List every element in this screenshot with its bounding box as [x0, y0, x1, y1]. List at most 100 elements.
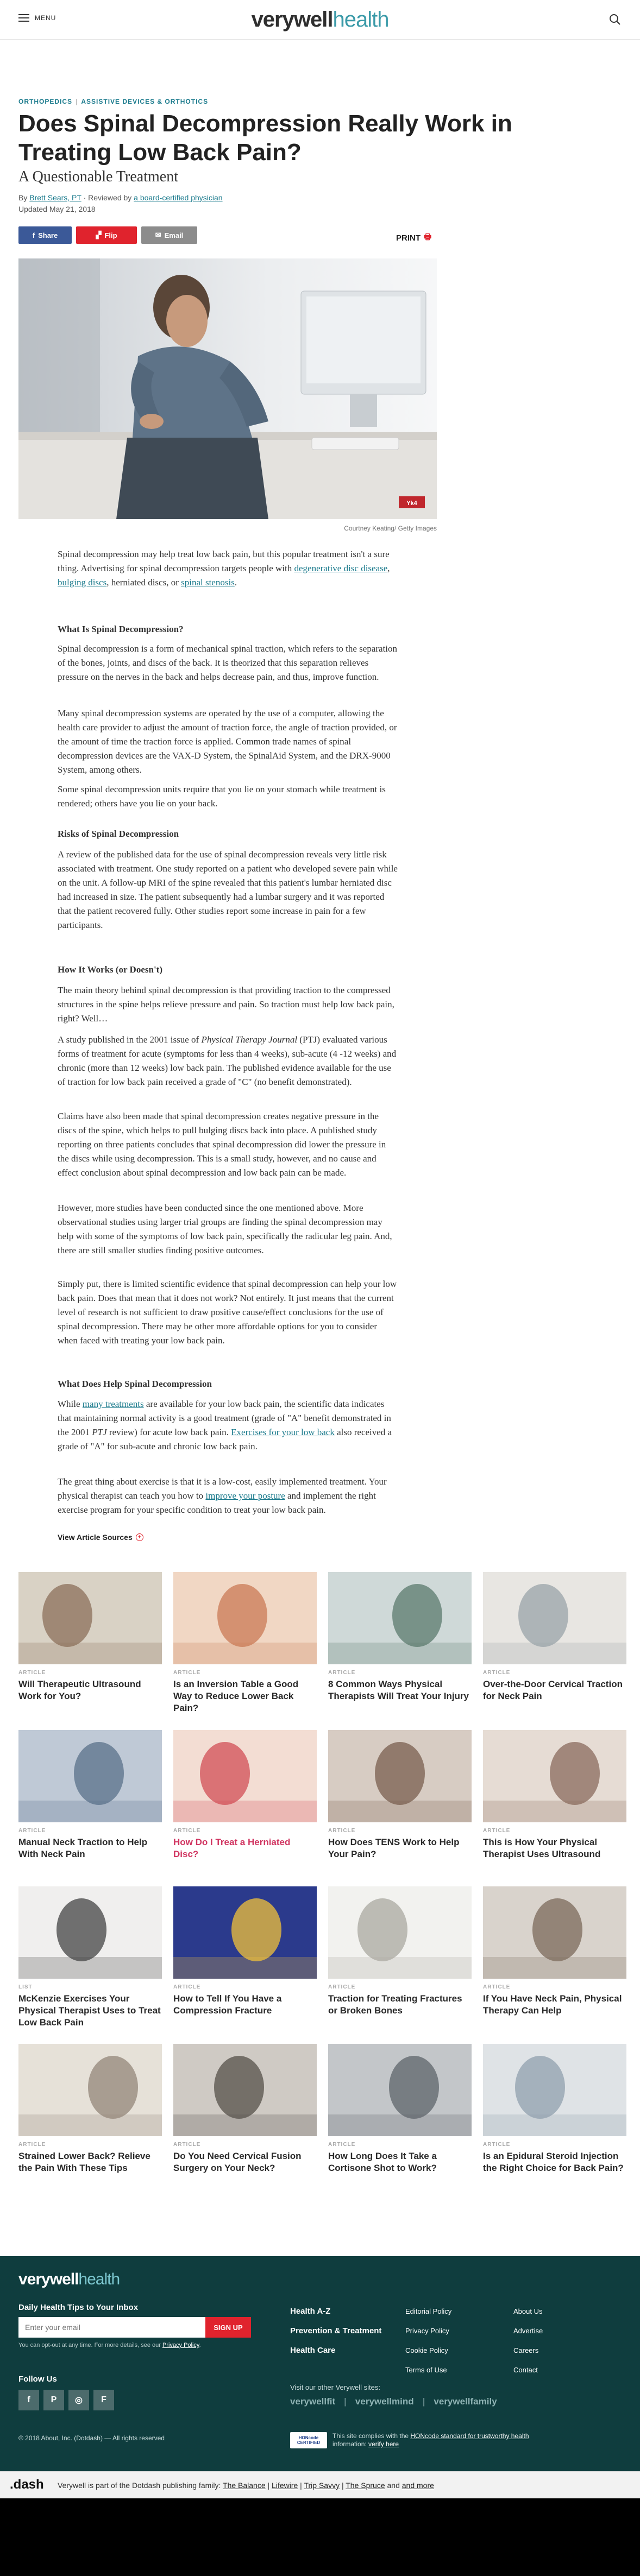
- footer-link-prevention[interactable]: Prevention & Treatment: [290, 2321, 381, 2341]
- printer-icon: 🖶: [424, 232, 432, 242]
- related-article-card[interactable]: ARTICLE If You Have Neck Pain, Physical T…: [483, 1886, 626, 2017]
- intro-text: ,: [387, 563, 390, 573]
- related-article-title: Will Therapeutic Ultrasound Work for You…: [18, 1679, 141, 1701]
- related-article-tag: ARTICLE: [173, 1828, 201, 1834]
- related-article-card[interactable]: ARTICLE How Do I Treat a Herniated Disc?: [173, 1730, 317, 1860]
- link-the-spruce[interactable]: The Spruce: [346, 2481, 385, 2490]
- link-spinal-stenosis[interactable]: spinal stenosis: [181, 577, 235, 588]
- related-article-card[interactable]: ARTICLE Manual Neck Traction to Help With…: [18, 1730, 162, 1860]
- related-article-title: Strained Lower Back? Relieve the Pain Wi…: [18, 2151, 150, 2173]
- link-improve-posture[interactable]: improve your posture: [205, 1491, 285, 1501]
- footer-link-terms[interactable]: Terms of Use: [405, 2360, 451, 2380]
- heading-what-helps: What Does Help Spinal Decompression: [58, 1377, 398, 1391]
- related-article-image: [483, 1886, 626, 1979]
- pinterest-icon[interactable]: P: [43, 2390, 64, 2410]
- related-article-title: McKenzie Exercises Your Physical Therapi…: [18, 1993, 161, 2028]
- site-verywellfamily[interactable]: verywellfamily: [434, 2396, 497, 2407]
- facebook-share-button[interactable]: f Share: [18, 226, 72, 244]
- mail-icon: ✉: [155, 231, 161, 239]
- footer-link-cookie-policy[interactable]: Cookie Policy: [405, 2341, 451, 2360]
- related-article-card[interactable]: ARTICLE Is an Inversion Table a Good Way …: [173, 1572, 317, 1714]
- related-article-title: Do You Need Cervical Fusion Surgery on Y…: [173, 2151, 302, 2173]
- flipboard-icon[interactable]: F: [93, 2390, 114, 2410]
- related-article-card[interactable]: ARTICLE This is How Your Physical Therapi…: [483, 1730, 626, 1860]
- related-article-title: How Does TENS Work to Help Your Pain?: [328, 1837, 460, 1859]
- related-article-tag: ARTICLE: [18, 1670, 46, 1676]
- footer-link-contact[interactable]: Contact: [513, 2360, 543, 2380]
- related-article-card[interactable]: ARTICLE 8 Common Ways Physical Therapists…: [328, 1572, 472, 1702]
- text: .: [199, 2342, 201, 2348]
- privacy-policy-link[interactable]: Privacy Policy: [162, 2342, 199, 2348]
- footer-logo-main: verywell: [18, 2270, 79, 2288]
- related-article-title: How Do I Treat a Herniated Disc?: [173, 1837, 291, 1859]
- related-article-card[interactable]: ARTICLE How to Tell If You Have a Compres…: [173, 1886, 317, 2017]
- paragraph-how-3: Claims have also been made that spinal d…: [58, 1111, 386, 1178]
- footer-link-health-az[interactable]: Health A-Z: [290, 2302, 381, 2321]
- related-article-card[interactable]: ARTICLE Do You Need Cervical Fusion Surge…: [173, 2044, 317, 2174]
- footer-link-careers[interactable]: Careers: [513, 2341, 543, 2360]
- footer-link-privacy-policy[interactable]: Privacy Policy: [405, 2321, 451, 2341]
- related-article-tag: ARTICLE: [173, 1670, 201, 1676]
- link-and-more[interactable]: and more: [402, 2481, 434, 2490]
- link-trip-savvy[interactable]: Trip Savvy: [304, 2481, 340, 2490]
- related-article-title: How to Tell If You Have a Compression Fr…: [173, 1993, 282, 2016]
- related-article-image: [18, 2044, 162, 2136]
- search-icon: [610, 14, 620, 25]
- view-article-sources-button[interactable]: View Article Sources +: [58, 1533, 143, 1542]
- related-article-tag: ARTICLE: [483, 1984, 511, 1990]
- footer-link-health-care[interactable]: Health Care: [290, 2341, 381, 2360]
- flipboard-button[interactable]: ▞ Flip: [76, 226, 137, 244]
- related-article-tag: ARTICLE: [173, 2142, 201, 2148]
- related-article-title: Manual Neck Traction to Help With Neck P…: [18, 1837, 148, 1859]
- print-button[interactable]: PRINT 🖶: [396, 231, 431, 245]
- footer-logo[interactable]: verywellhealth: [18, 2270, 120, 2289]
- author-link[interactable]: Brett Sears, PT: [29, 193, 81, 202]
- related-article-image: [328, 1572, 472, 1664]
- link-the-balance[interactable]: The Balance: [223, 2481, 266, 2490]
- byline: By Brett Sears, PT · Reviewed by a board…: [18, 193, 223, 202]
- related-article-image: [173, 1572, 317, 1664]
- flip-label: Flip: [104, 231, 117, 239]
- related-article-card[interactable]: ARTICLE Will Therapeutic Ultrasound Work …: [18, 1572, 162, 1702]
- footer-link-editorial-policy[interactable]: Editorial Policy: [405, 2302, 451, 2321]
- link-lifewire[interactable]: Lifewire: [272, 2481, 298, 2490]
- site-verywellmind[interactable]: verywellmind: [355, 2396, 414, 2407]
- link-many-treatments[interactable]: many treatments: [83, 1399, 144, 1409]
- hon-link[interactable]: HONcode standard for trustworthy health: [410, 2432, 529, 2440]
- link-degenerative-disc-disease[interactable]: degenerative disc disease: [294, 563, 387, 573]
- related-article-card[interactable]: ARTICLE How Long Does It Take a Cortisone…: [328, 2044, 472, 2174]
- copyright: © 2018 About, Inc. (Dotdash) — All right…: [18, 2434, 165, 2442]
- breadcrumb-orthopedics[interactable]: ORTHOPEDICS: [18, 98, 72, 105]
- newsletter-email-input[interactable]: [18, 2317, 205, 2338]
- signup-button[interactable]: SIGN UP: [205, 2317, 251, 2338]
- intro-text: , herniated discs, or: [106, 577, 181, 588]
- hon-badge[interactable]: HONcode CERTIFIED: [290, 2432, 327, 2448]
- link-exercises-low-back[interactable]: Exercises for your low back: [231, 1427, 335, 1437]
- related-article-tag: ARTICLE: [483, 1828, 511, 1834]
- related-article-card[interactable]: LIST McKenzie Exercises Your Physical The…: [18, 1886, 162, 2029]
- related-article-card[interactable]: ARTICLE Strained Lower Back? Relieve the …: [18, 2044, 162, 2174]
- reviewer-link[interactable]: a board-certified physician: [134, 193, 222, 202]
- footer-link-advertise[interactable]: Advertise: [513, 2321, 543, 2341]
- logo-main: verywell: [251, 8, 334, 31]
- dotdash-logo[interactable]: .dash: [10, 2477, 44, 2492]
- search-button[interactable]: [608, 13, 622, 26]
- related-article-card[interactable]: ARTICLE Is an Epidural Steroid Injection …: [483, 2044, 626, 2174]
- instagram-icon[interactable]: ◎: [68, 2390, 89, 2410]
- social-links: f P ◎ F: [18, 2390, 114, 2410]
- related-article-card[interactable]: ARTICLE Over-the-Door Cervical Traction f…: [483, 1572, 626, 1702]
- related-article-tag: ARTICLE: [328, 2142, 356, 2148]
- facebook-icon[interactable]: f: [18, 2390, 39, 2410]
- site-verywellfit[interactable]: verywellfit: [290, 2396, 335, 2407]
- byline-prefix: By: [18, 193, 30, 202]
- link-bulging-discs[interactable]: bulging discs: [58, 577, 106, 588]
- site-logo[interactable]: verywellhealth: [0, 8, 640, 32]
- related-article-card[interactable]: ARTICLE Traction for Treating Fractures o…: [328, 1886, 472, 2017]
- related-article-image: [483, 2044, 626, 2136]
- related-article-card[interactable]: ARTICLE How Does TENS Work to Help Your P…: [328, 1730, 472, 1860]
- email-share-button[interactable]: ✉ Email: [141, 226, 197, 244]
- paragraph-how-1: The main theory behind spinal decompress…: [58, 985, 394, 1024]
- footer-link-about[interactable]: About Us: [513, 2302, 543, 2321]
- hon-verify-link[interactable]: verify here: [368, 2440, 399, 2448]
- breadcrumb-assistive-devices[interactable]: ASSISTIVE DEVICES & ORTHOTICS: [81, 98, 208, 105]
